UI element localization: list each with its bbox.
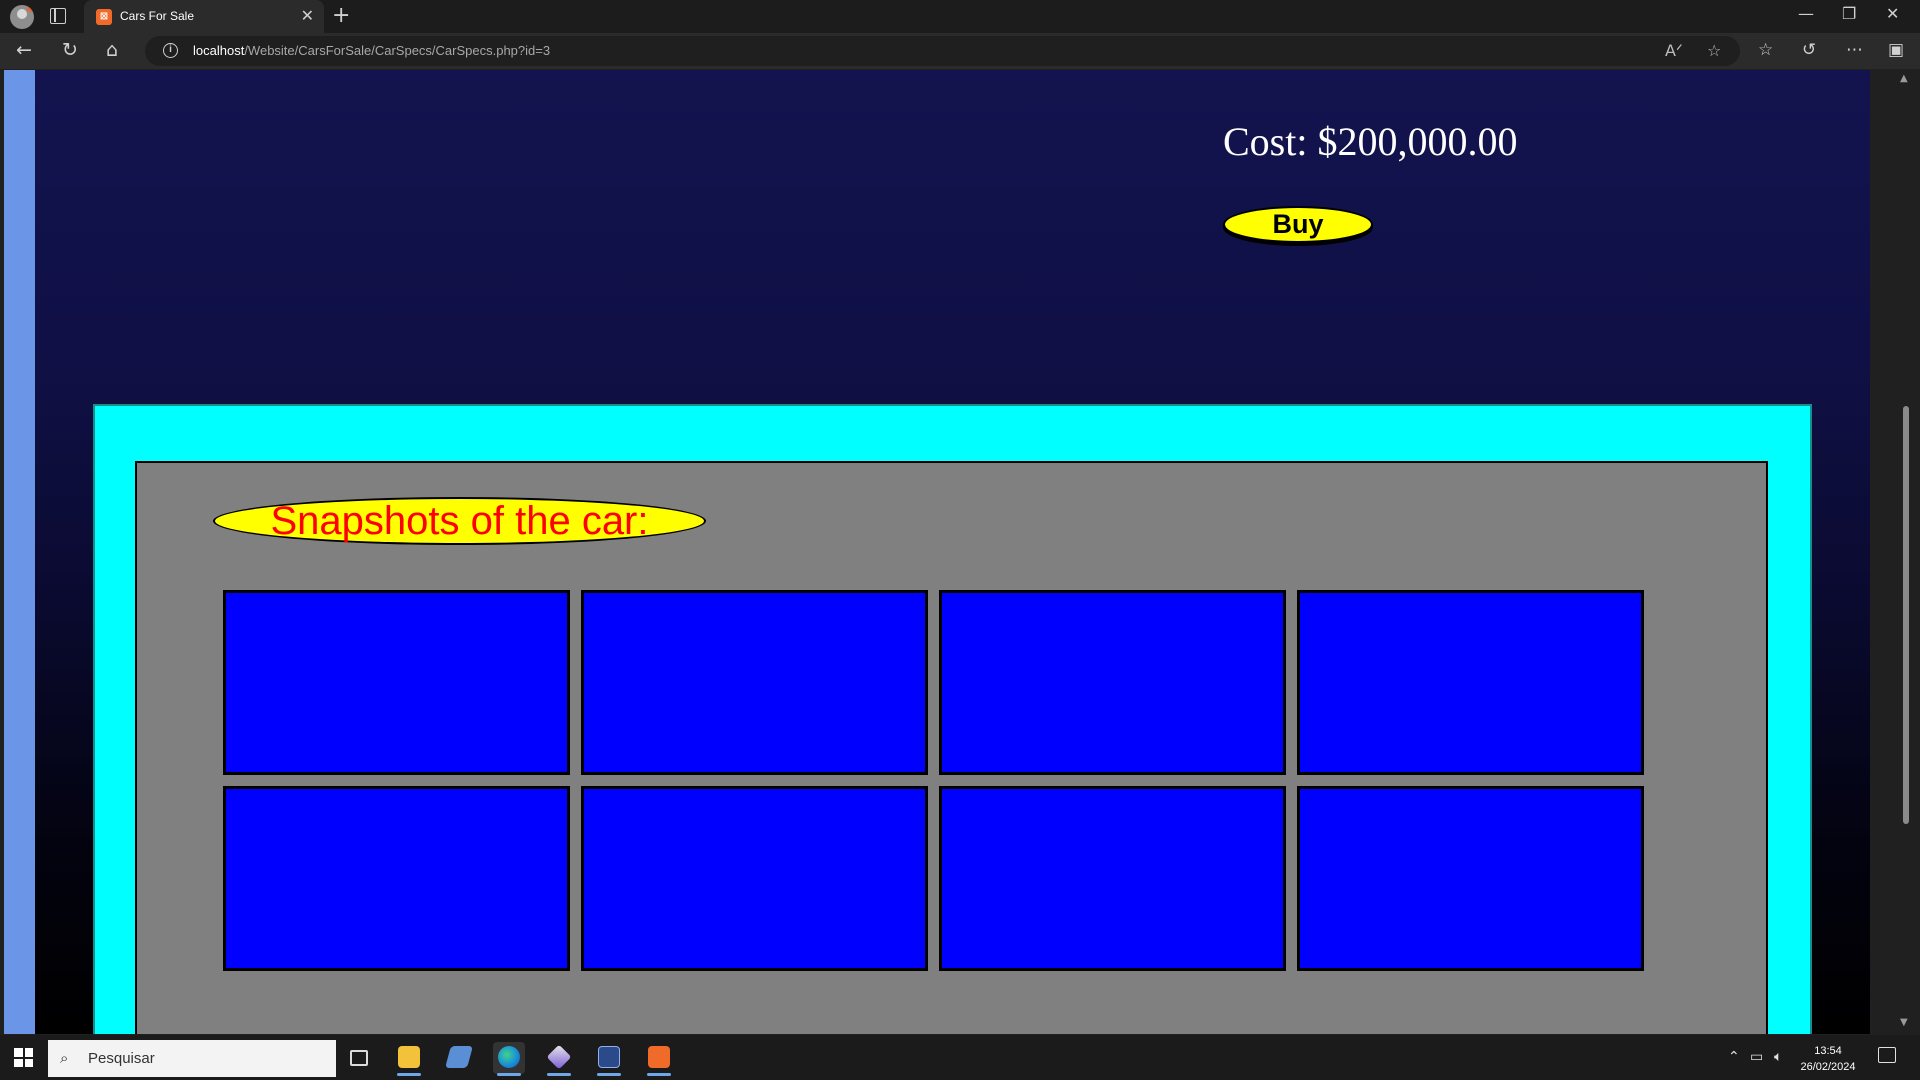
browser-toolbar: ← ↻ ⌂ i localhost/Website/CarsForSale/Ca… xyxy=(0,33,1920,69)
car-snapshot[interactable] xyxy=(1297,590,1644,775)
site-info-icon[interactable]: i xyxy=(163,43,178,58)
minimize-icon[interactable]: — xyxy=(1798,4,1814,23)
scroll-down-icon[interactable]: ▼ xyxy=(1900,1017,1908,1028)
url-text[interactable]: localhost/Website/CarsForSale/CarSpecs/C… xyxy=(193,43,550,58)
browser-titlebar: ⊠ Cars For Sale ✕ + — ❐ ✕ xyxy=(0,0,1920,33)
app-icon-3[interactable] xyxy=(593,1042,625,1076)
new-tab-icon[interactable]: + xyxy=(332,3,350,28)
favorites-icon[interactable]: ☆ xyxy=(1758,40,1773,60)
buy-button[interactable]: Buy xyxy=(1223,206,1373,243)
read-aloud-icon[interactable]: Aᐟ xyxy=(1665,41,1683,60)
search-placeholder: Pesquisar xyxy=(88,1050,155,1067)
taskbar-clock[interactable]: 13:54 26/02/2024 xyxy=(1800,1043,1856,1075)
search-icon: ⌕ xyxy=(60,1049,69,1067)
windows-start-icon[interactable] xyxy=(14,1048,33,1067)
tab-close-icon[interactable]: ✕ xyxy=(301,6,314,25)
page-scrollbar[interactable] xyxy=(1870,69,1920,1035)
app-icon-2[interactable] xyxy=(543,1042,575,1076)
tab-actions-icon[interactable] xyxy=(50,8,66,24)
clock-date: 26/02/2024 xyxy=(1800,1061,1856,1073)
car-snapshot[interactable] xyxy=(1297,786,1644,971)
clock-time: 13:54 xyxy=(1814,1045,1842,1057)
snapshots-heading: Snapshots of the car: xyxy=(213,497,706,545)
address-bar[interactable]: i localhost/Website/CarsForSale/CarSpecs… xyxy=(145,36,1740,66)
xampp-favicon-icon: ⊠ xyxy=(96,9,112,25)
tab-title: Cars For Sale xyxy=(120,9,195,23)
back-icon[interactable]: ← xyxy=(16,39,32,61)
file-explorer-icon[interactable] xyxy=(393,1042,425,1076)
favorite-star-icon[interactable]: ☆ xyxy=(1707,41,1721,60)
history-icon[interactable]: ↺ xyxy=(1802,40,1816,60)
left-sidebar-strip xyxy=(4,70,35,1034)
more-menu-icon[interactable]: ⋯ xyxy=(1846,40,1863,60)
url-host: localhost xyxy=(193,43,245,58)
car-snapshot[interactable] xyxy=(581,786,928,971)
close-window-icon[interactable]: ✕ xyxy=(1886,4,1899,23)
network-icon[interactable]: ▭ xyxy=(1750,1049,1763,1065)
browser-tab[interactable]: ⊠ Cars For Sale ✕ xyxy=(84,0,324,33)
car-snapshot[interactable] xyxy=(223,590,570,775)
sidebar-icon[interactable]: ▣ xyxy=(1888,40,1904,60)
url-path: /Website/CarsForSale/CarSpecs/CarSpecs.p… xyxy=(244,43,551,58)
windows-taskbar: ⌕ Pesquisar ⌃ ▭ 🔈︎ 13:54 26/02/2024 xyxy=(0,1035,1920,1080)
app-icon[interactable] xyxy=(443,1042,475,1074)
task-view-icon[interactable] xyxy=(343,1042,375,1074)
car-cost: Cost: $200,000.00 xyxy=(1223,119,1518,164)
car-snapshot[interactable] xyxy=(939,786,1286,971)
notifications-icon[interactable] xyxy=(1878,1047,1896,1063)
page-viewport: Cost: $200,000.00 Buy Snapshots of the c… xyxy=(0,69,1920,1035)
car-specs-page: Cost: $200,000.00 Buy Snapshots of the c… xyxy=(35,70,1870,1034)
scrollbar-thumb[interactable] xyxy=(1903,406,1909,824)
car-snapshot[interactable] xyxy=(939,590,1286,775)
profile-avatar-icon[interactable] xyxy=(10,5,34,29)
restore-icon[interactable]: ❐ xyxy=(1842,4,1856,23)
xampp-icon[interactable] xyxy=(643,1042,675,1076)
car-snapshot[interactable] xyxy=(581,590,928,775)
taskbar-search[interactable]: ⌕ Pesquisar xyxy=(48,1040,336,1077)
volume-icon[interactable]: 🔈︎ xyxy=(1774,1049,1782,1065)
refresh-icon[interactable]: ↻ xyxy=(62,39,78,61)
car-snapshot[interactable] xyxy=(223,786,570,971)
scroll-up-icon[interactable]: ▲ xyxy=(1900,73,1908,84)
tray-overflow-icon[interactable]: ⌃ xyxy=(1728,1049,1740,1065)
edge-icon[interactable] xyxy=(493,1042,525,1076)
home-icon[interactable]: ⌂ xyxy=(106,39,118,61)
